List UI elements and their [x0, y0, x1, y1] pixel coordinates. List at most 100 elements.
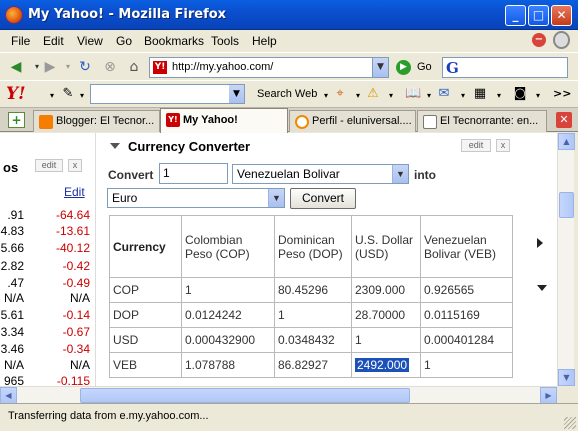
stop-loading-icon[interactable]: − [532, 33, 546, 47]
yahoo-menu-dropdown-icon[interactable]: ▾ [44, 88, 60, 104]
chevron-down-icon[interactable]: ▼ [392, 165, 408, 183]
change-value: -40.12 [55, 241, 90, 255]
row-code: USD [109, 327, 182, 353]
scroll-left-icon[interactable]: ◀ [0, 387, 17, 404]
close-module-button[interactable]: x [496, 139, 510, 152]
price-value: N/A [3, 358, 24, 372]
change-value: -0.42 [62, 259, 90, 273]
table-cell: 86.82927 [274, 352, 352, 378]
scroll-up-icon[interactable]: ▲ [558, 133, 575, 150]
page-icon [423, 115, 437, 129]
convert-button[interactable]: Convert [290, 188, 356, 209]
list-item: N/A N/A [0, 358, 92, 374]
throbber-icon [553, 31, 570, 49]
target-dropdown-icon[interactable]: ▾ [350, 88, 366, 104]
new-tab-icon[interactable]: + [8, 112, 25, 128]
minimize-button[interactable]: _ [505, 5, 526, 26]
reload-icon[interactable]: ↻ [75, 57, 95, 77]
mail-dropdown-icon[interactable]: ▾ [455, 88, 471, 104]
menu-help[interactable]: Help [252, 34, 277, 48]
column-header: Venezuelan Bolivar (VEB) [420, 215, 513, 278]
url-dropdown-icon[interactable]: ▼ [372, 58, 388, 77]
yahoo-search-dropdown-icon[interactable]: ▼ [229, 85, 244, 103]
forward-icon[interactable]: ▶ [40, 57, 60, 77]
collapse-triangle-icon[interactable] [110, 143, 120, 149]
table-cell-selected[interactable]: 2492.000 [351, 352, 421, 378]
edit-module-button[interactable]: edit [461, 139, 491, 152]
mail-icon[interactable]: ✉ [436, 86, 452, 102]
menu-go[interactable]: Go [116, 34, 132, 48]
vertical-scroll-thumb[interactable] [559, 192, 574, 218]
scroll-down-icon[interactable]: ▼ [558, 369, 575, 386]
menu-tools[interactable]: Tools [211, 34, 239, 48]
yahoo-favicon-icon: Y! [153, 61, 167, 74]
price-value: 2.82 [0, 259, 24, 273]
amount-input[interactable]: 1 [159, 163, 228, 184]
tab-blogger[interactable]: Blogger: El Tecnor... [33, 110, 160, 132]
list-item: 3.34 -0.67 [0, 325, 92, 341]
maximize-button[interactable]: □ [528, 5, 549, 26]
table-cell: 28.70000 [351, 302, 421, 328]
vertical-scrollbar[interactable]: ▲ ▼ [557, 133, 575, 386]
alert-icon[interactable]: ⚠ [365, 86, 381, 102]
yahoo-search-input[interactable]: ▼ [90, 84, 245, 104]
list-item: 5.61 -0.14 [0, 308, 92, 324]
camera-dropdown-icon[interactable]: ▾ [530, 88, 546, 104]
edit-link[interactable]: Edit [64, 185, 85, 199]
price-value: 3.34 [0, 325, 24, 339]
bookmarks-icon[interactable]: 📖 [405, 86, 421, 102]
table-cell: 1 [420, 352, 513, 378]
tab-label: Blogger: El Tecnor... [56, 115, 155, 127]
price-value: .91 [7, 208, 24, 222]
url-text[interactable]: http://my.yahoo.com/ [172, 61, 273, 73]
window-title: My Yahoo! - Mozilla Firefox [28, 7, 227, 22]
resize-grip-icon[interactable] [564, 417, 576, 429]
tab-my-yahoo[interactable]: Y! My Yahoo! [160, 108, 288, 133]
calendar-dropdown-icon[interactable]: ▾ [491, 88, 507, 104]
change-value: -0.14 [62, 308, 90, 322]
menu-bookmarks[interactable]: Bookmarks [144, 34, 204, 48]
list-item: 4.83 -13.61 [0, 224, 92, 240]
home-icon[interactable]: ⌂ [124, 57, 144, 77]
table-header-row: Currency Colombian Peso (COP) Dominican … [109, 215, 513, 278]
table-cell: 0.0348432 [274, 327, 352, 353]
stop-icon[interactable]: ⊗ [100, 57, 120, 77]
calendar-icon[interactable]: ▦ [472, 86, 488, 102]
tab-el-tecnorrante[interactable]: El Tecnorrante: en... [417, 110, 547, 132]
chevron-down-icon[interactable]: ▼ [268, 189, 284, 207]
module-header[interactable]: Currency Converter [110, 139, 250, 154]
edit-module-button[interactable]: edit [35, 159, 63, 172]
scroll-right-icon[interactable]: ▶ [540, 387, 557, 404]
from-currency-select[interactable]: Venezuelan Bolivar ▼ [232, 164, 409, 184]
tab-perfil[interactable]: Perfil - eluniversal.... [289, 110, 416, 132]
list-item: 965 -0.115 [0, 374, 92, 386]
dropdown-arrow-icon[interactable] [537, 285, 547, 291]
target-icon[interactable]: ⌖ [332, 86, 348, 102]
pencil-dropdown-icon[interactable]: ▾ [74, 88, 90, 104]
toolbar-overflow-icon[interactable]: >> [553, 86, 571, 102]
bookmarks-dropdown-icon[interactable]: ▾ [421, 88, 437, 104]
menu-file[interactable]: File [11, 34, 30, 48]
to-currency-select[interactable]: Euro ▼ [107, 188, 285, 208]
price-value: 4.83 [0, 224, 24, 238]
yahoo-logo-icon[interactable]: Y! [6, 84, 26, 104]
list-item: .91 -64.64 [0, 208, 92, 224]
close-tab-icon[interactable]: ✕ [556, 112, 572, 128]
horizontal-scroll-thumb[interactable] [80, 388, 410, 403]
column-header: U.S. Dollar (USD) [351, 215, 421, 278]
horizontal-scrollbar[interactable]: ◀ ▶ [0, 386, 557, 404]
search-web-button[interactable]: Search Web [257, 88, 317, 100]
camera-icon[interactable]: ◙ [512, 86, 528, 102]
alert-dropdown-icon[interactable]: ▾ [383, 88, 399, 104]
back-icon[interactable]: ◀ [6, 57, 26, 77]
menu-edit[interactable]: Edit [43, 34, 64, 48]
scroll-right-arrow-icon[interactable] [537, 238, 543, 248]
close-window-button[interactable]: ✕ [551, 5, 572, 26]
selected-text[interactable]: 2492.000 [355, 358, 410, 372]
google-search-box[interactable]: G [442, 57, 568, 78]
change-value: N/A [69, 291, 90, 305]
close-module-button[interactable]: x [68, 159, 82, 172]
table-cell: 1 [274, 302, 352, 328]
address-bar[interactable]: Y! http://my.yahoo.com/ ▼ [149, 57, 389, 78]
menu-view[interactable]: View [77, 34, 103, 48]
